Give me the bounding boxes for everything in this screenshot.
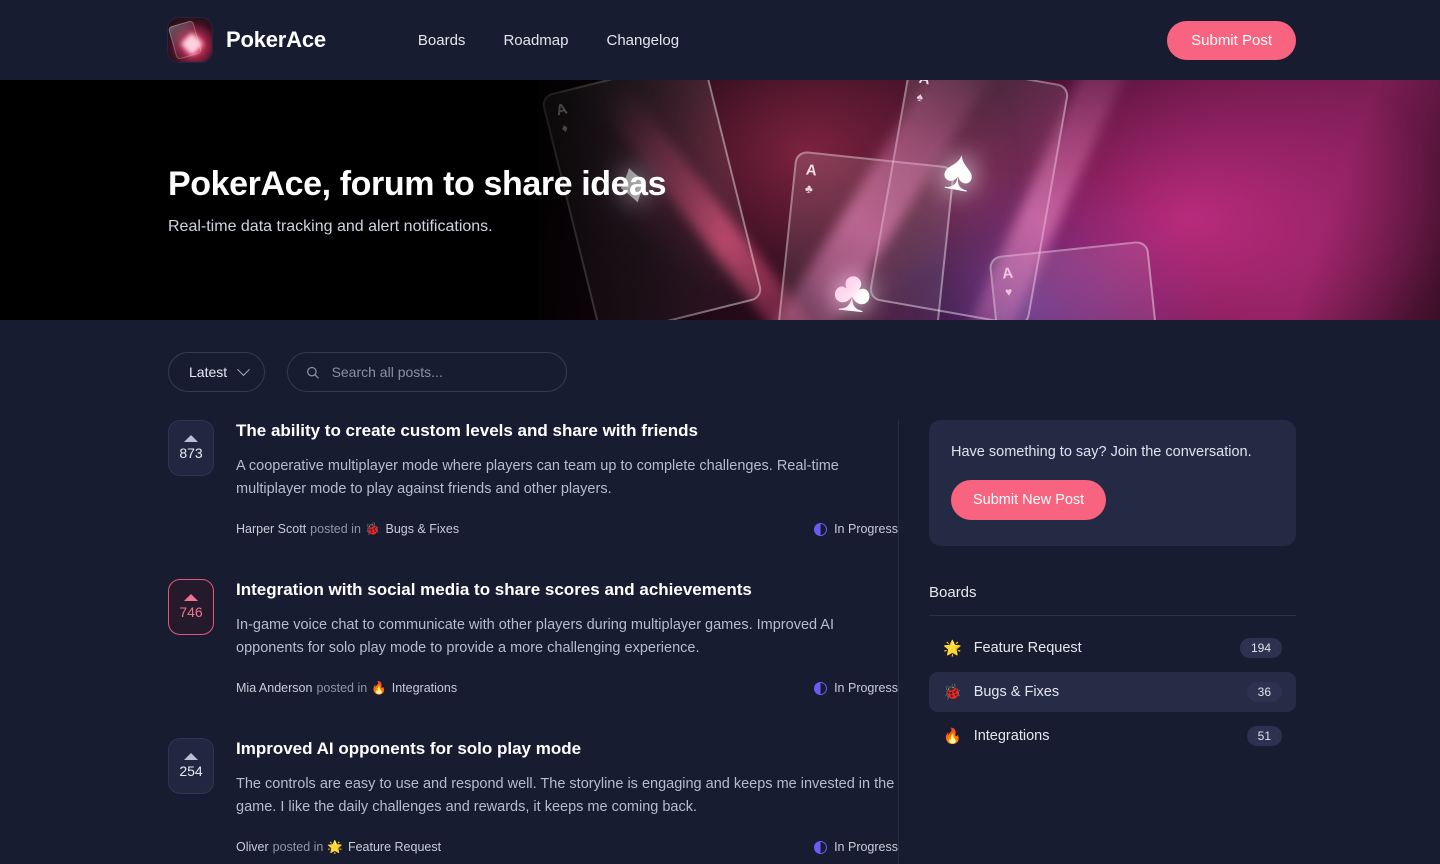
submit-new-post-button[interactable]: Submit New Post bbox=[951, 480, 1107, 520]
post-meta: Harper Scott posted in 🐞 Bugs & Fixes In… bbox=[236, 522, 898, 537]
status-label: In Progress bbox=[834, 522, 898, 537]
post-title[interactable]: Integration with social media to share s… bbox=[236, 579, 898, 602]
board-label: Integrations bbox=[973, 728, 1050, 744]
upvote-button[interactable]: 746 bbox=[168, 578, 214, 635]
top-navbar: PokerAce Boards Roadmap Changelog Submit… bbox=[0, 0, 1440, 80]
post-meta: Oliver posted in 🌟 Feature Request In Pr… bbox=[236, 840, 898, 855]
board-emoji-icon: 🌟 bbox=[327, 839, 343, 854]
status-label: In Progress bbox=[834, 840, 898, 855]
nav-link-boards[interactable]: Boards bbox=[418, 32, 466, 49]
join-conversation-card: Have something to say? Join the conversa… bbox=[929, 420, 1296, 546]
poker-card-logo-icon bbox=[168, 18, 212, 62]
board-count-badge: 194 bbox=[1239, 638, 1282, 658]
post-board-name: Feature Request bbox=[347, 840, 442, 855]
search-icon bbox=[307, 366, 319, 379]
boards-divider bbox=[929, 615, 1296, 616]
in-progress-icon bbox=[814, 522, 828, 536]
board-label: Feature Request bbox=[973, 640, 1082, 656]
post-title[interactable]: Improved AI opponents for solo play mode bbox=[236, 738, 898, 761]
in-progress-icon bbox=[814, 840, 828, 854]
hero-text-block: PokerAce, forum to share ideas Real-time… bbox=[168, 80, 667, 320]
post-author-line: Mia Anderson posted in 🔥 Integrations bbox=[236, 681, 457, 696]
post-body: Integration with social media to share s… bbox=[236, 579, 898, 696]
bug-emoji-icon: 🐞 bbox=[943, 683, 962, 701]
nav-link-changelog[interactable]: Changelog bbox=[606, 32, 679, 49]
post-item[interactable]: 873 The ability to create custom levels … bbox=[168, 420, 898, 537]
post-board-link[interactable]: 🔥 Integrations bbox=[371, 681, 457, 696]
vertical-divider bbox=[898, 420, 899, 864]
sidebar-item-integrations[interactable]: 🔥 Integrations 51 bbox=[929, 716, 1296, 756]
vote-count: 873 bbox=[179, 445, 203, 461]
board-emoji-icon: 🔥 bbox=[371, 680, 387, 695]
status-badge: In Progress bbox=[814, 522, 898, 536]
nav-link-roadmap[interactable]: Roadmap bbox=[503, 32, 568, 49]
status-badge: In Progress bbox=[814, 681, 898, 695]
filter-toolbar: Latest bbox=[168, 320, 1296, 392]
board-emoji-icon: 🐞 bbox=[364, 521, 381, 536]
post-meta: Mia Anderson posted in 🔥 Integrations In… bbox=[236, 681, 898, 696]
upvote-arrow-icon bbox=[184, 435, 198, 442]
vote-count: 254 bbox=[179, 762, 203, 779]
join-conversation-text: Have something to say? Join the conversa… bbox=[951, 444, 1252, 460]
boards-section-title: Boards bbox=[929, 584, 977, 601]
post-board-link[interactable]: 🐞 Bugs & Fixes bbox=[365, 522, 459, 537]
sidebar-item-bugs-and-fixes[interactable]: 🐞 Bugs & Fixes 36 bbox=[929, 672, 1296, 712]
post-item[interactable]: 746 Integration with social media to sha… bbox=[168, 578, 898, 696]
sidebar-item-feature-request[interactable]: 🌟 Feature Request 194 bbox=[929, 628, 1296, 668]
post-description: The controls are easy to use and respond… bbox=[236, 775, 895, 816]
post-board-name: Integrations bbox=[391, 681, 458, 696]
page-content: Latest 873 The ability to create custom … bbox=[0, 320, 1440, 864]
board-label: Bugs & Fixes bbox=[973, 684, 1060, 700]
fire-emoji-icon: 🔥 bbox=[943, 727, 962, 745]
search-input[interactable] bbox=[331, 364, 549, 380]
content-layout: 873 The ability to create custom levels … bbox=[168, 420, 1296, 864]
post-board-link[interactable]: 🌟 Feature Request bbox=[327, 840, 441, 855]
in-progress-icon bbox=[814, 681, 828, 695]
brand-name: PokerAce bbox=[226, 27, 326, 52]
board-count-badge: 36 bbox=[1246, 682, 1282, 702]
post-board-name: Bugs & Fixes bbox=[385, 522, 460, 537]
post-description: A cooperative multiplayer mode where pla… bbox=[236, 457, 839, 498]
upvote-arrow-icon bbox=[184, 752, 198, 760]
status-badge: In Progress bbox=[814, 840, 898, 854]
post-author-line: Harper Scott posted in 🐞 Bugs & Fixes bbox=[236, 522, 459, 537]
board-count-badge: 51 bbox=[1246, 726, 1282, 746]
sidebar-rail: Have something to say? Join the conversa… bbox=[929, 420, 1296, 864]
post-author-line: Oliver posted in 🌟 Feature Request bbox=[236, 840, 441, 855]
sort-dropdown[interactable]: Latest bbox=[168, 352, 266, 392]
post-title[interactable]: The ability to create custom levels and … bbox=[236, 420, 898, 443]
chevron-down-icon bbox=[237, 362, 251, 376]
post-author: Oliver bbox=[236, 840, 269, 855]
sort-dropdown-value: Latest bbox=[189, 364, 228, 380]
search-box[interactable] bbox=[287, 352, 568, 392]
hero-subtitle: Real-time data tracking and alert notifi… bbox=[168, 217, 493, 235]
star-emoji-icon: 🌟 bbox=[943, 639, 962, 657]
post-item[interactable]: 254 Improved AI opponents for solo play … bbox=[168, 737, 898, 855]
post-body: The ability to create custom levels and … bbox=[236, 420, 898, 537]
upvote-arrow-icon bbox=[184, 593, 198, 601]
post-author: Harper Scott bbox=[236, 522, 307, 537]
post-description: In-game voice chat to communicate with o… bbox=[236, 616, 834, 657]
hero-banner: A ♦ ♦ A ♠ ♠ A ♣ ♣ A ♥ PokerAce, forum to… bbox=[0, 80, 1440, 320]
post-author: Mia Anderson bbox=[236, 681, 313, 696]
posted-in-label: posted in bbox=[272, 840, 324, 855]
nav-links: Boards Roadmap Changelog bbox=[418, 32, 679, 49]
submit-post-button[interactable]: Submit Post bbox=[1167, 20, 1296, 60]
posted-in-label: posted in bbox=[310, 522, 361, 537]
vote-count: 746 bbox=[179, 603, 203, 620]
brand-logo-group[interactable]: PokerAce bbox=[168, 18, 326, 62]
posts-feed: 873 The ability to create custom levels … bbox=[168, 420, 898, 864]
posted-in-label: posted in bbox=[316, 681, 368, 696]
upvote-button[interactable]: 873 bbox=[168, 420, 214, 476]
hero-title: PokerAce, forum to share ideas bbox=[168, 164, 667, 203]
upvote-button[interactable]: 254 bbox=[168, 737, 214, 794]
post-body: Improved AI opponents for solo play mode… bbox=[236, 738, 898, 855]
status-label: In Progress bbox=[834, 681, 898, 696]
